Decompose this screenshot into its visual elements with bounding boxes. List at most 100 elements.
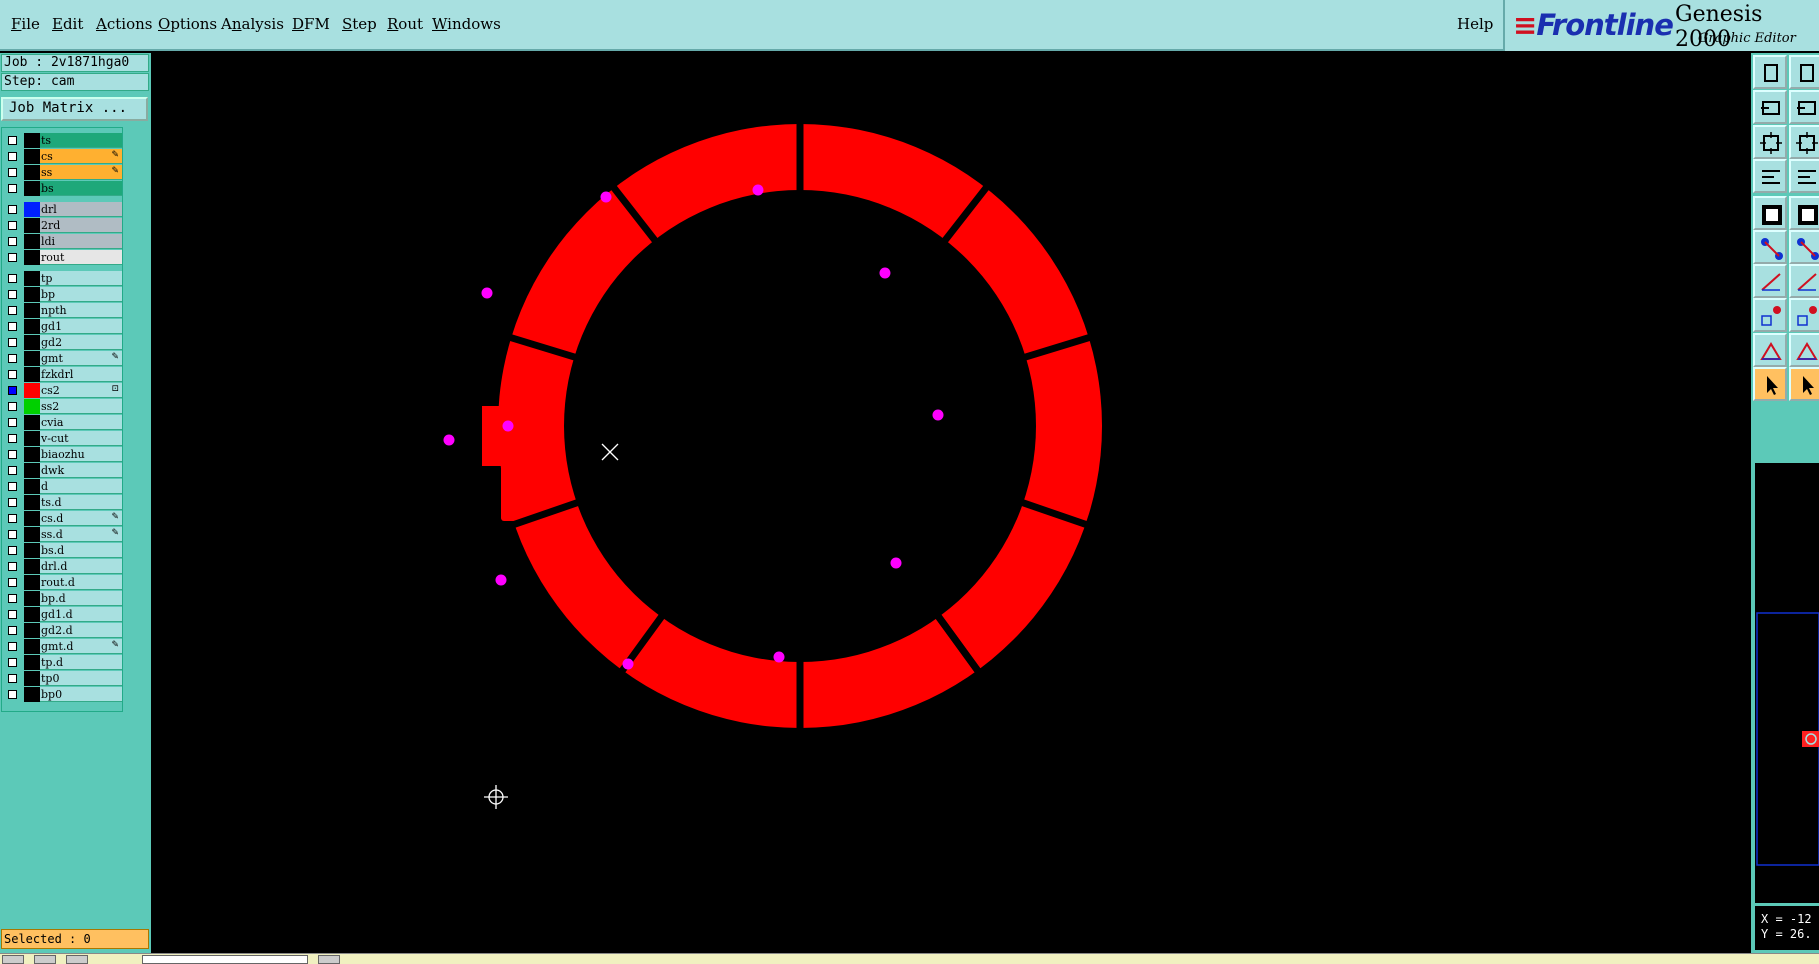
layer-name[interactable]: ss2	[40, 399, 122, 414]
layer-name[interactable]: drl	[40, 202, 122, 217]
layer-row[interactable]: ss2	[3, 399, 122, 414]
layer-color-swatch[interactable]	[24, 479, 40, 494]
layer-name[interactable]: gd2.d	[40, 623, 122, 638]
zoom-fit-button[interactable]	[1789, 125, 1819, 159]
layer-row[interactable]: rout	[3, 250, 122, 265]
measure-button[interactable]	[1789, 196, 1819, 230]
layer-checkbox[interactable]	[8, 450, 17, 459]
layer-row[interactable]: ldi	[3, 234, 122, 249]
layer-name[interactable]: fzkdrl	[40, 367, 122, 382]
layer-checkbox[interactable]	[8, 514, 17, 523]
layer-checkbox[interactable]	[8, 136, 17, 145]
layer-row[interactable]: bp	[3, 287, 122, 302]
layer-color-swatch[interactable]	[24, 687, 40, 702]
layer-color-swatch[interactable]	[24, 181, 40, 196]
layer-row[interactable]: gd2	[3, 335, 122, 350]
graphic-canvas[interactable]	[151, 53, 1749, 953]
cross-button[interactable]	[1789, 230, 1819, 264]
layer-checkbox[interactable]	[8, 290, 17, 299]
layer-color-swatch[interactable]	[24, 543, 40, 558]
layer-checkbox[interactable]	[8, 466, 17, 475]
triangle-button[interactable]	[1753, 333, 1787, 367]
layer-checkbox[interactable]	[8, 658, 17, 667]
open-button[interactable]	[1753, 55, 1787, 89]
import-button[interactable]	[1753, 90, 1787, 124]
layer-color-swatch[interactable]	[24, 271, 40, 286]
layer-row[interactable]: gmt.d ✎	[3, 639, 122, 654]
layer-checkbox[interactable]	[8, 578, 17, 587]
layer-color-swatch[interactable]	[24, 559, 40, 574]
menu-rout[interactable]: Rout	[387, 15, 423, 33]
layer-checkbox[interactable]	[8, 386, 17, 395]
layer-color-swatch[interactable]	[24, 133, 40, 148]
layer-row[interactable]: bs.d	[3, 543, 122, 558]
layer-color-swatch[interactable]	[24, 250, 40, 265]
layer-name[interactable]: ts	[40, 133, 122, 148]
layer-name[interactable]: ldi	[40, 234, 122, 249]
layer-row[interactable]: gd1	[3, 319, 122, 334]
layer-color-swatch[interactable]	[24, 607, 40, 622]
layer-row[interactable]: drl	[3, 202, 122, 217]
layer-row[interactable]: ts.d	[3, 495, 122, 510]
layer-color-swatch[interactable]	[24, 319, 40, 334]
layer-row[interactable]: bs	[3, 181, 122, 196]
layer-checkbox[interactable]	[8, 562, 17, 571]
overview-map[interactable]	[1755, 463, 1819, 903]
layer-row[interactable]: bp.d	[3, 591, 122, 606]
layer-name[interactable]: biaozhu	[40, 447, 122, 462]
layer-name[interactable]: bp	[40, 287, 122, 302]
menu-step[interactable]: Step	[342, 15, 377, 33]
layer-checkbox[interactable]	[8, 594, 17, 603]
layer-color-swatch[interactable]	[24, 399, 40, 414]
settings-button[interactable]	[1753, 159, 1787, 193]
layer-name[interactable]: cs2	[40, 383, 122, 398]
layer-color-swatch[interactable]	[24, 351, 40, 366]
layer-checkbox[interactable]	[8, 418, 17, 427]
arc-button[interactable]	[1789, 333, 1819, 367]
layer-checkbox[interactable]	[8, 498, 17, 507]
layer-checkbox[interactable]	[8, 253, 17, 262]
layer-color-swatch[interactable]	[24, 495, 40, 510]
layer-name[interactable]: bs.d	[40, 543, 122, 558]
layer-row[interactable]: cvia	[3, 415, 122, 430]
layer-name[interactable]: ss	[40, 165, 122, 180]
layer-name[interactable]: gd1	[40, 319, 122, 334]
snapshot-button[interactable]	[1753, 196, 1787, 230]
menu-options[interactable]: Options	[158, 15, 217, 33]
layer-row[interactable]: fzkdrl	[3, 367, 122, 382]
layer-name[interactable]: rout.d	[40, 575, 122, 590]
layer-row[interactable]: gd2.d	[3, 623, 122, 638]
layer-color-swatch[interactable]	[24, 383, 40, 398]
layer-checkbox[interactable]	[8, 221, 17, 230]
layer-checkbox[interactable]	[8, 546, 17, 555]
layer-checkbox[interactable]	[8, 482, 17, 491]
layer-row[interactable]: cs.d ✎	[3, 511, 122, 526]
layer-checkbox[interactable]	[8, 184, 17, 193]
layer-row[interactable]: gmt ✎	[3, 351, 122, 366]
pad-button[interactable]	[1753, 298, 1787, 332]
layer-color-swatch[interactable]	[24, 431, 40, 446]
layer-row[interactable]: v-cut	[3, 431, 122, 446]
connect-button[interactable]	[1753, 230, 1787, 264]
layer-checkbox[interactable]	[8, 205, 17, 214]
menu-edit[interactable]: Edit	[52, 15, 83, 33]
layer-color-swatch[interactable]	[24, 591, 40, 606]
layer-checkbox[interactable]	[8, 306, 17, 315]
layer-color-swatch[interactable]	[24, 447, 40, 462]
menu-actions[interactable]: Actions	[96, 15, 152, 33]
menu-dfm[interactable]: DFM	[292, 15, 330, 33]
layer-name[interactable]: d	[40, 479, 122, 494]
layer-checkbox[interactable]	[8, 674, 17, 683]
layer-color-swatch[interactable]	[24, 287, 40, 302]
layer-checkbox[interactable]	[8, 370, 17, 379]
layer-row[interactable]: tp0	[3, 671, 122, 686]
layer-color-swatch[interactable]	[24, 575, 40, 590]
select-button[interactable]	[1789, 367, 1819, 401]
menu-help[interactable]: Help	[1457, 15, 1493, 33]
layer-checkbox[interactable]	[8, 610, 17, 619]
layer-row[interactable]: tp	[3, 271, 122, 286]
layer-name[interactable]: npth	[40, 303, 122, 318]
layer-name[interactable]: bp0	[40, 687, 122, 702]
layer-checkbox[interactable]	[8, 354, 17, 363]
layer-row[interactable]: drl.d	[3, 559, 122, 574]
